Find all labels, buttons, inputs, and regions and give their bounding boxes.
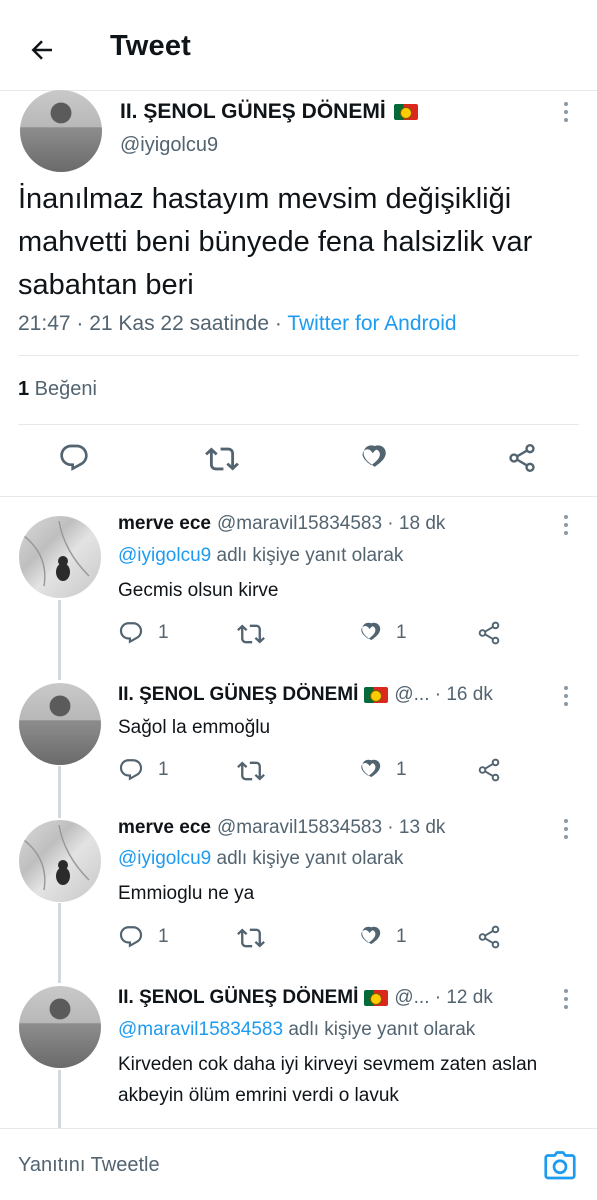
reply-avatar[interactable] — [19, 516, 101, 598]
like-count: 1 — [396, 759, 407, 780]
mention-link[interactable]: @maravil15834583 — [118, 1019, 283, 1040]
reply-avatar[interactable] — [19, 986, 101, 1068]
reply-icon — [119, 759, 143, 781]
reply-button[interactable]: 1 — [118, 757, 169, 783]
back-arrow-icon[interactable] — [26, 34, 58, 66]
share-icon[interactable] — [476, 924, 502, 950]
author-name: II. ŞENOL GÜNEŞ DÖNEMİ — [120, 100, 386, 123]
like-count: 1 — [18, 378, 30, 400]
replying-to: @maravil15834583 adlı kişiye yanıt olara… — [118, 1019, 475, 1041]
more-options-icon[interactable] — [563, 819, 569, 839]
tweet-source[interactable]: Twitter for Android — [287, 312, 456, 335]
like-button[interactable]: 1 — [356, 620, 407, 646]
divider — [18, 424, 579, 425]
portugal-flag-icon — [393, 104, 418, 120]
replying-to-label: adlı kişiye yanıt olarak — [283, 1019, 476, 1040]
reply-author-row[interactable]: merve ece @maravil15834583 · 18 dk — [118, 513, 445, 535]
reply-avatar[interactable] — [19, 820, 101, 902]
divider — [0, 1128, 597, 1129]
replying-to-label: adlı kişiye yanıt olarak — [211, 848, 404, 869]
retweet-icon[interactable] — [237, 924, 265, 952]
likes-summary[interactable]: 1 Beğeni — [18, 378, 97, 401]
mention-link[interactable]: @iyigolcu9 — [118, 848, 211, 869]
thread-line — [58, 1070, 61, 1128]
reply-author-name: II. ŞENOL GÜNEŞ DÖNEMİ — [118, 684, 359, 705]
reply-author-name: II. ŞENOL GÜNEŞ DÖNEMİ — [118, 987, 359, 1008]
author-avatar[interactable] — [20, 90, 102, 172]
like-label: Beğeni — [29, 378, 97, 400]
reply-compose-input[interactable]: Yanıtını Tweetle — [18, 1154, 160, 1177]
replying-to: @iyigolcu9 adlı kişiye yanıt olarak — [118, 545, 403, 567]
heart-icon[interactable] — [356, 442, 388, 474]
reply-author-handle: @maravil15834583 · 13 dk — [216, 817, 446, 838]
tweet-text: İnanılmaz hastayım mevsim değişikliği ma… — [18, 183, 533, 301]
reply-count: 1 — [158, 622, 169, 643]
reply-author-handle: @... · 16 dk — [394, 684, 493, 705]
cat-photo — [23, 824, 90, 891]
reply-text: Kirveden cok daha iyi kirveyi sevmem zat… — [118, 1054, 538, 1106]
thread-line — [58, 600, 61, 680]
replying-to: @iyigolcu9 adlı kişiye yanıt olarak — [118, 848, 403, 870]
retweet-icon[interactable] — [237, 620, 265, 648]
retweet-icon[interactable] — [237, 757, 265, 785]
reply-text: Emmioglu ne ya — [118, 883, 255, 904]
reply-icon — [119, 926, 143, 948]
like-button[interactable]: 1 — [356, 924, 407, 950]
reply-author-name: merve ece — [118, 817, 211, 838]
like-count: 1 — [396, 622, 407, 643]
thread-line — [58, 766, 61, 818]
reply-count: 1 — [158, 926, 169, 947]
heart-icon — [361, 759, 381, 778]
reply-author-row[interactable]: II. ŞENOL GÜNEŞ DÖNEMİ @... · 16 dk — [118, 684, 493, 706]
more-options-icon[interactable] — [563, 515, 569, 535]
more-options-icon[interactable] — [563, 989, 569, 1009]
heart-icon — [361, 622, 381, 641]
portugal-flag-icon — [364, 687, 389, 703]
retweet-icon[interactable] — [205, 442, 239, 476]
reply-avatar[interactable] — [19, 683, 101, 765]
more-options-icon[interactable] — [563, 686, 569, 706]
reply-author-row[interactable]: merve ece @maravil15834583 · 13 dk — [118, 817, 445, 839]
reply-author-handle: @maravil15834583 · 18 dk — [216, 513, 446, 534]
reply-count: 1 — [158, 759, 169, 780]
share-icon[interactable] — [506, 442, 538, 474]
heart-icon — [361, 926, 381, 945]
more-options-icon[interactable] — [563, 102, 569, 122]
reply-author-handle: @... · 12 dk — [394, 987, 493, 1008]
like-count: 1 — [396, 926, 407, 947]
portugal-flag-icon — [364, 990, 389, 1006]
reply-button[interactable]: 1 — [118, 924, 169, 950]
top-bar: Tweet — [0, 0, 597, 92]
reply-icon — [119, 622, 143, 644]
page-title: Tweet — [110, 30, 192, 62]
header-divider — [0, 90, 597, 91]
author-handle[interactable]: @iyigolcu9 — [120, 134, 218, 157]
share-icon[interactable] — [476, 757, 502, 783]
tweet-timestamp[interactable]: 21:47 · 21 Kas 22 saatinde · — [18, 312, 287, 335]
reply-author-name: merve ece — [118, 513, 211, 534]
thread-line — [58, 903, 61, 983]
cat-photo — [23, 520, 90, 587]
camera-icon[interactable] — [542, 1148, 578, 1184]
reply-icon[interactable] — [58, 442, 90, 474]
reply-author-row[interactable]: II. ŞENOL GÜNEŞ DÖNEMİ @... · 12 dk — [118, 987, 493, 1009]
reply-text: Gecmis olsun kirve — [118, 580, 279, 601]
author-name-row[interactable]: II. ŞENOL GÜNEŞ DÖNEMİ — [120, 100, 418, 124]
like-button[interactable]: 1 — [356, 757, 407, 783]
reply-button[interactable]: 1 — [118, 620, 169, 646]
divider — [0, 496, 597, 497]
tweet-meta: 21:47 · 21 Kas 22 saatinde · Twitter for… — [18, 312, 457, 336]
mention-link[interactable]: @iyigolcu9 — [118, 545, 211, 566]
reply-text: Sağol la emmoğlu — [118, 717, 271, 738]
share-icon[interactable] — [476, 620, 502, 646]
divider — [18, 355, 579, 356]
replying-to-label: adlı kişiye yanıt olarak — [211, 545, 404, 566]
